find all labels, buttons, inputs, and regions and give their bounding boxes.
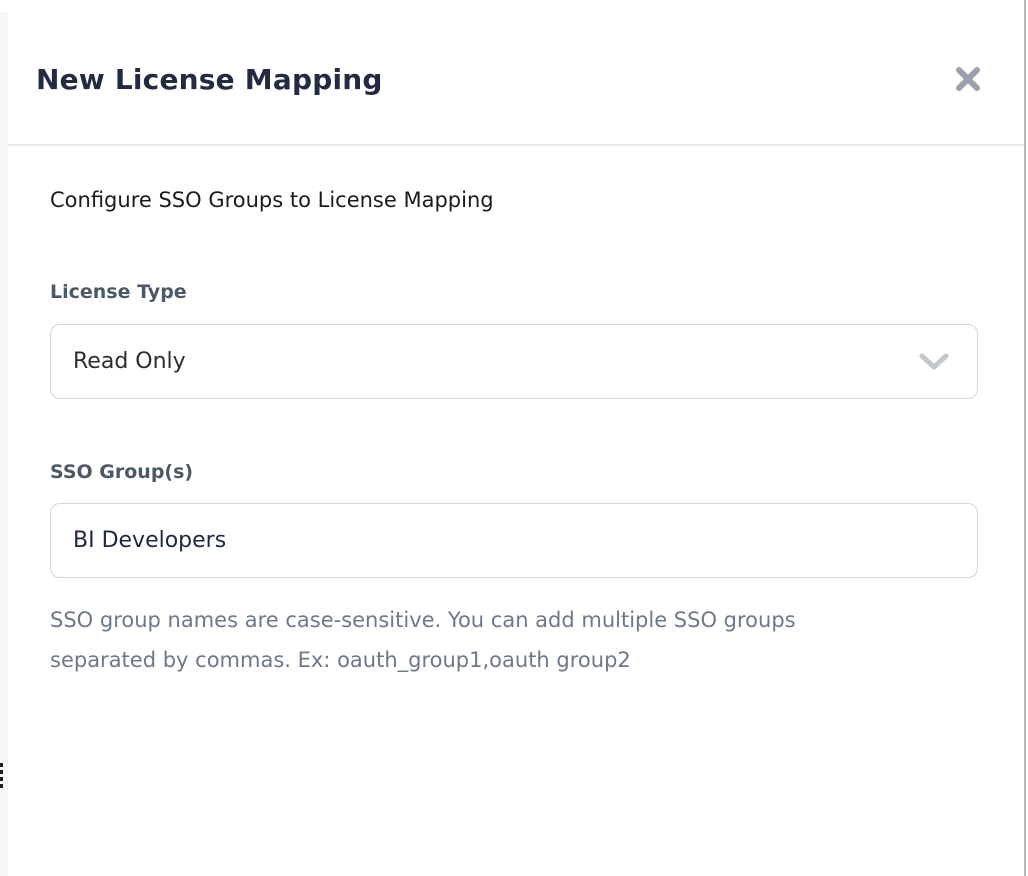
close-icon — [953, 64, 983, 94]
sso-groups-input[interactable] — [50, 503, 978, 578]
license-type-label: License Type — [50, 281, 982, 304]
modal-title: New License Mapping — [36, 63, 383, 96]
obscured-list-icon-fragment — [0, 763, 4, 791]
list-icon-dash — [0, 763, 3, 767]
list-icon-dash — [0, 770, 3, 774]
modal-header: New License Mapping — [8, 0, 1024, 146]
sso-groups-help-text: SSO group names are case-sensitive. You … — [50, 600, 890, 680]
chevron-down-icon — [919, 353, 949, 371]
list-icon-dash — [0, 784, 3, 788]
license-type-selected-value: Read Only — [73, 349, 186, 374]
modal-right-edge-line — [1024, 0, 1026, 876]
section-heading: Configure SSO Groups to License Mapping — [50, 187, 982, 214]
sso-groups-label: SSO Group(s) — [50, 461, 982, 484]
list-icon-dash — [0, 777, 3, 781]
modal-body: Configure SSO Groups to License Mapping … — [8, 187, 1024, 680]
license-type-select[interactable]: Read Only — [50, 324, 978, 399]
close-button[interactable] — [950, 61, 986, 97]
new-license-mapping-modal: New License Mapping Configure SSO Groups… — [8, 0, 1024, 876]
screen: New License Mapping Configure SSO Groups… — [0, 0, 1028, 876]
